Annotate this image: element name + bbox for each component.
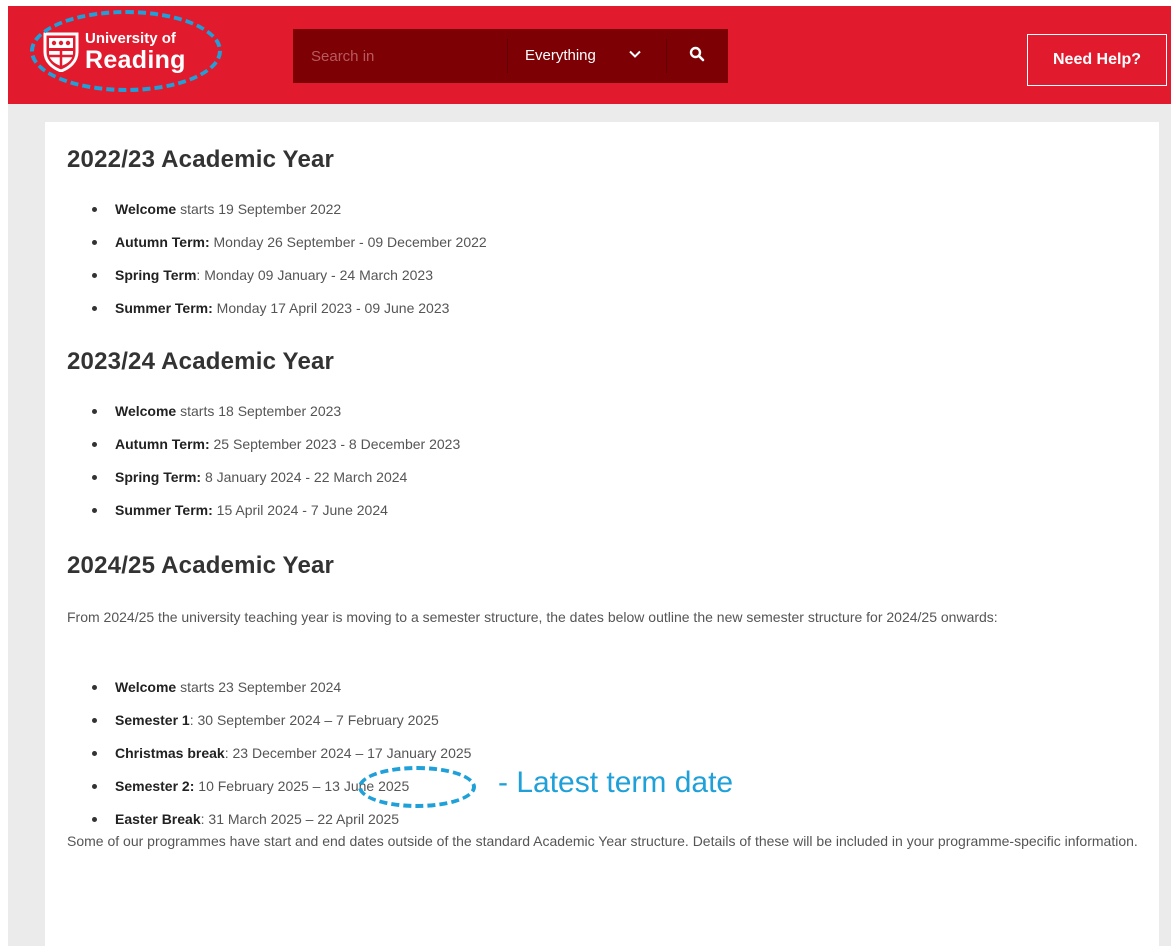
term-list-2024: Welcome starts 23 September 2024 Semeste… bbox=[67, 678, 471, 843]
list-item: Welcome starts 19 September 2022 bbox=[67, 200, 487, 233]
list-item: Summer Term: Monday 17 April 2023 - 09 J… bbox=[67, 299, 487, 332]
need-help-button[interactable]: Need Help? bbox=[1027, 34, 1167, 86]
list-item: Summer Term: 15 April 2024 - 7 June 2024 bbox=[67, 501, 460, 534]
latest-term-annotation: - Latest term date bbox=[498, 766, 734, 799]
semester-intro: From 2024/25 the university teaching yea… bbox=[67, 609, 998, 625]
search-button[interactable] bbox=[667, 29, 728, 83]
programme-note: Some of our programmes have start and en… bbox=[67, 833, 1138, 849]
chevron-down-icon bbox=[629, 50, 641, 58]
main-content: 2022/23 Academic Year Welcome starts 19 … bbox=[45, 122, 1159, 946]
search-bar: Everything bbox=[293, 29, 728, 83]
section-heading-2024: 2024/25 Academic Year bbox=[67, 552, 335, 579]
list-item: Spring Term: 8 January 2024 - 22 March 2… bbox=[67, 468, 460, 501]
list-item: Autumn Term: Monday 26 September - 09 De… bbox=[67, 233, 487, 266]
search-scope-label: Everything bbox=[525, 47, 596, 64]
term-list-2023: Welcome starts 18 September 2023 Autumn … bbox=[67, 402, 460, 534]
list-item: Welcome starts 23 September 2024 bbox=[67, 678, 471, 711]
list-item: Welcome starts 18 September 2023 bbox=[67, 402, 460, 435]
search-icon bbox=[689, 46, 705, 62]
list-item: Semester 1: 30 September 2024 – 7 Februa… bbox=[67, 711, 471, 744]
list-item: Autumn Term: 25 September 2023 - 8 Decem… bbox=[67, 435, 460, 468]
section-heading-2022: 2022/23 Academic Year bbox=[67, 146, 335, 173]
list-item: Spring Term: Monday 09 January - 24 Marc… bbox=[67, 266, 487, 299]
date-callout-oval bbox=[358, 766, 476, 808]
logo-callout-oval bbox=[30, 10, 222, 92]
search-scope-dropdown[interactable]: Everything bbox=[508, 29, 666, 83]
site-header: University of Reading Everything Need He… bbox=[8, 6, 1171, 104]
search-input[interactable] bbox=[293, 29, 507, 83]
term-list-2022: Welcome starts 19 September 2022 Autumn … bbox=[67, 200, 487, 332]
section-heading-2023: 2023/24 Academic Year bbox=[67, 348, 335, 375]
